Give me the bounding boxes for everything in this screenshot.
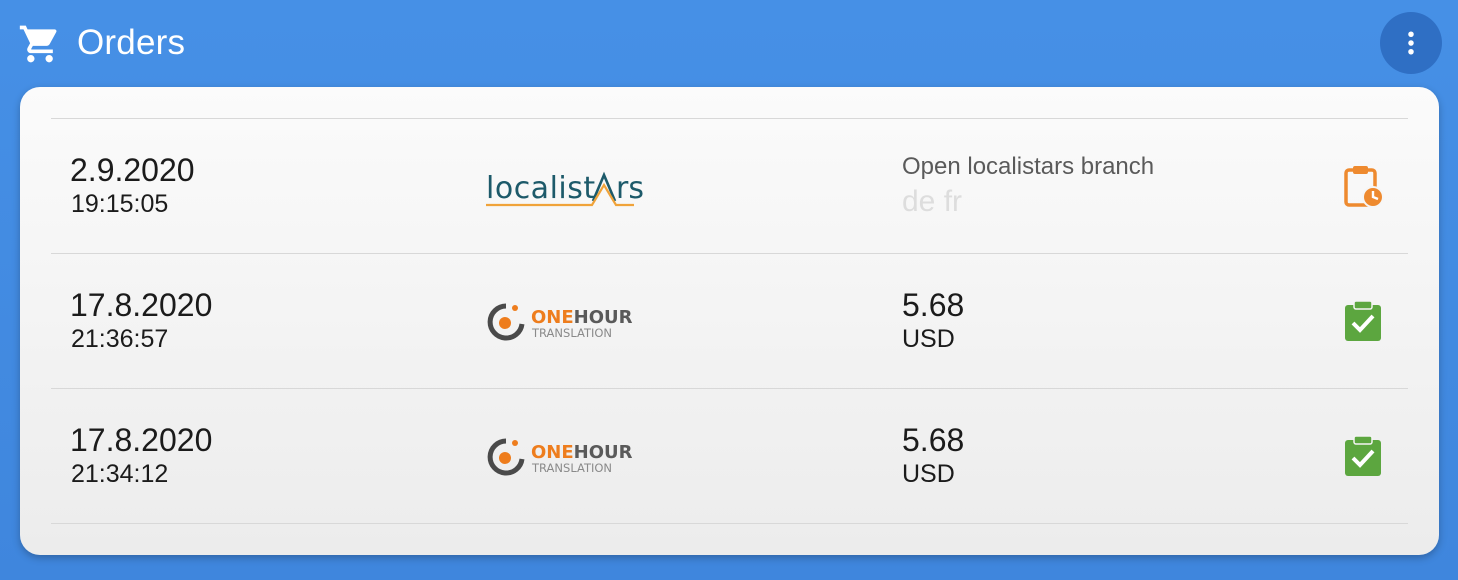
svg-text:TRANSLATION: TRANSLATION (531, 326, 612, 340)
app-header: Orders (0, 0, 1458, 86)
order-time: 21:34:12 (71, 460, 169, 488)
localistars-logo: localist rs (486, 171, 644, 207)
order-date: 17.8.2020 (70, 287, 213, 323)
onehour-translation-logo: ONEHOUR TRANSLATION (487, 438, 633, 476)
more-options-button[interactable] (1380, 12, 1442, 74)
order-amount: 5.68 (902, 287, 965, 323)
order-amount: 5.68 (902, 422, 965, 458)
clipboard-check-icon (1345, 300, 1381, 341)
page-title: Orders (77, 23, 186, 62)
order-date: 17.8.2020 (70, 422, 213, 458)
order-row[interactable]: 17.8.2020 21:34:12 ONEHOUR TRANSLATION 5… (51, 389, 1408, 524)
orders-card: 2.9.2020 19:15:05 localist rs Open local… (20, 87, 1439, 555)
order-row[interactable]: 17.8.2020 21:36:57 ONEHOUR TRANSLATION 5… (51, 254, 1408, 389)
order-time: 21:36:57 (71, 325, 169, 353)
order-row[interactable]: 2.9.2020 19:15:05 localist rs Open local… (51, 119, 1408, 254)
order-time: 19:15:05 (71, 190, 169, 218)
clipboard-clock-icon (1344, 166, 1384, 208)
order-currency: USD (902, 325, 955, 353)
svg-text:ONEHOUR: ONEHOUR (531, 307, 633, 328)
clipboard-check-icon (1345, 435, 1381, 476)
svg-text:TRANSLATION: TRANSLATION (531, 461, 612, 475)
svg-text:localist: localist (486, 171, 596, 206)
order-description: Open localistars branch (902, 153, 1155, 180)
more-vertical-icon (1408, 31, 1414, 55)
svg-text:rs: rs (616, 171, 644, 206)
order-languages: de fr (902, 185, 963, 218)
shopping-cart-icon (19, 25, 57, 63)
orders-list: 2.9.2020 19:15:05 localist rs Open local… (51, 118, 1408, 524)
onehour-translation-logo: ONEHOUR TRANSLATION (487, 303, 633, 341)
order-date: 2.9.2020 (70, 152, 195, 188)
order-currency: USD (902, 460, 955, 488)
svg-text:ONEHOUR: ONEHOUR (531, 442, 633, 463)
